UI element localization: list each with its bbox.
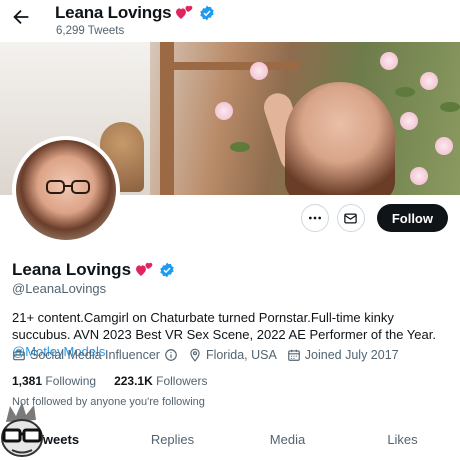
- glasses-detail: [46, 180, 90, 194]
- briefcase-icon: [13, 350, 25, 361]
- leaf: [230, 142, 250, 152]
- profile-meta: Social Media Influencer Florida, USA Joi…: [12, 348, 399, 362]
- follow-button[interactable]: Follow: [376, 204, 448, 232]
- header-name: Leana Lovings: [55, 3, 172, 22]
- profile-avatar[interactable]: [12, 136, 120, 244]
- flower: [400, 112, 418, 130]
- profile-tabs: Tweets Replies Media Likes: [0, 432, 460, 460]
- envelope-icon: [344, 213, 358, 223]
- nerd-mascot-watermark-icon: [1, 402, 43, 457]
- profile-name: Leana Lovings: [12, 260, 132, 279]
- location-pin-icon: [190, 348, 200, 362]
- joined-item: Joined July 2017: [287, 348, 399, 362]
- tab-replies[interactable]: Replies: [115, 432, 230, 460]
- tweet-count: 6,299 Tweets: [56, 25, 125, 37]
- follow-stats: 1,381 Following 223.1K Followers: [12, 374, 207, 388]
- profile-name-row: Leana Lovings: [12, 260, 175, 280]
- following-count: 1,381: [12, 374, 43, 388]
- back-arrow-icon[interactable]: [10, 6, 32, 28]
- hearts-emoji-icon: [136, 262, 153, 276]
- category-label: Social Media Influencer: [30, 348, 160, 362]
- profile-actions: Follow: [300, 204, 448, 232]
- location-label: Florida, USA: [205, 348, 277, 362]
- top-bar: Leana Lovings 6,299 Tweets: [0, 0, 460, 42]
- calendar-icon: [287, 349, 300, 361]
- flower: [215, 102, 233, 120]
- message-button[interactable]: [336, 204, 365, 232]
- leaf: [440, 102, 460, 112]
- banner-frame-top: [160, 62, 300, 70]
- flower: [380, 52, 398, 70]
- followers-link[interactable]: 223.1K Followers: [114, 374, 207, 388]
- followers-count: 223.1K: [114, 374, 153, 388]
- hearts-emoji-icon: [176, 5, 193, 19]
- tab-media[interactable]: Media: [230, 432, 345, 460]
- header-name-row: Leana Lovings: [55, 3, 215, 23]
- following-link[interactable]: 1,381 Following: [12, 374, 96, 388]
- following-label: Following: [45, 374, 97, 388]
- banner-person: [285, 82, 395, 195]
- profile-handle: @LeanaLovings: [12, 281, 107, 296]
- location-item: Florida, USA: [188, 348, 277, 362]
- info-icon[interactable]: [164, 348, 178, 362]
- more-button[interactable]: [300, 204, 329, 232]
- bio-text: 21+ content.Camgirl on Chaturbate turned…: [12, 310, 436, 342]
- category-item: Social Media Influencer: [12, 348, 178, 362]
- flower: [420, 72, 438, 90]
- flower: [250, 62, 268, 80]
- flower: [435, 137, 453, 155]
- leaf: [395, 87, 415, 97]
- more-icon: [308, 216, 321, 220]
- verified-badge-icon[interactable]: [159, 262, 175, 278]
- flower: [410, 167, 428, 185]
- joined-label: Joined July 2017: [304, 348, 399, 362]
- verified-badge-icon: [200, 5, 215, 21]
- tab-likes[interactable]: Likes: [345, 432, 460, 460]
- followers-label: Followers: [156, 374, 208, 388]
